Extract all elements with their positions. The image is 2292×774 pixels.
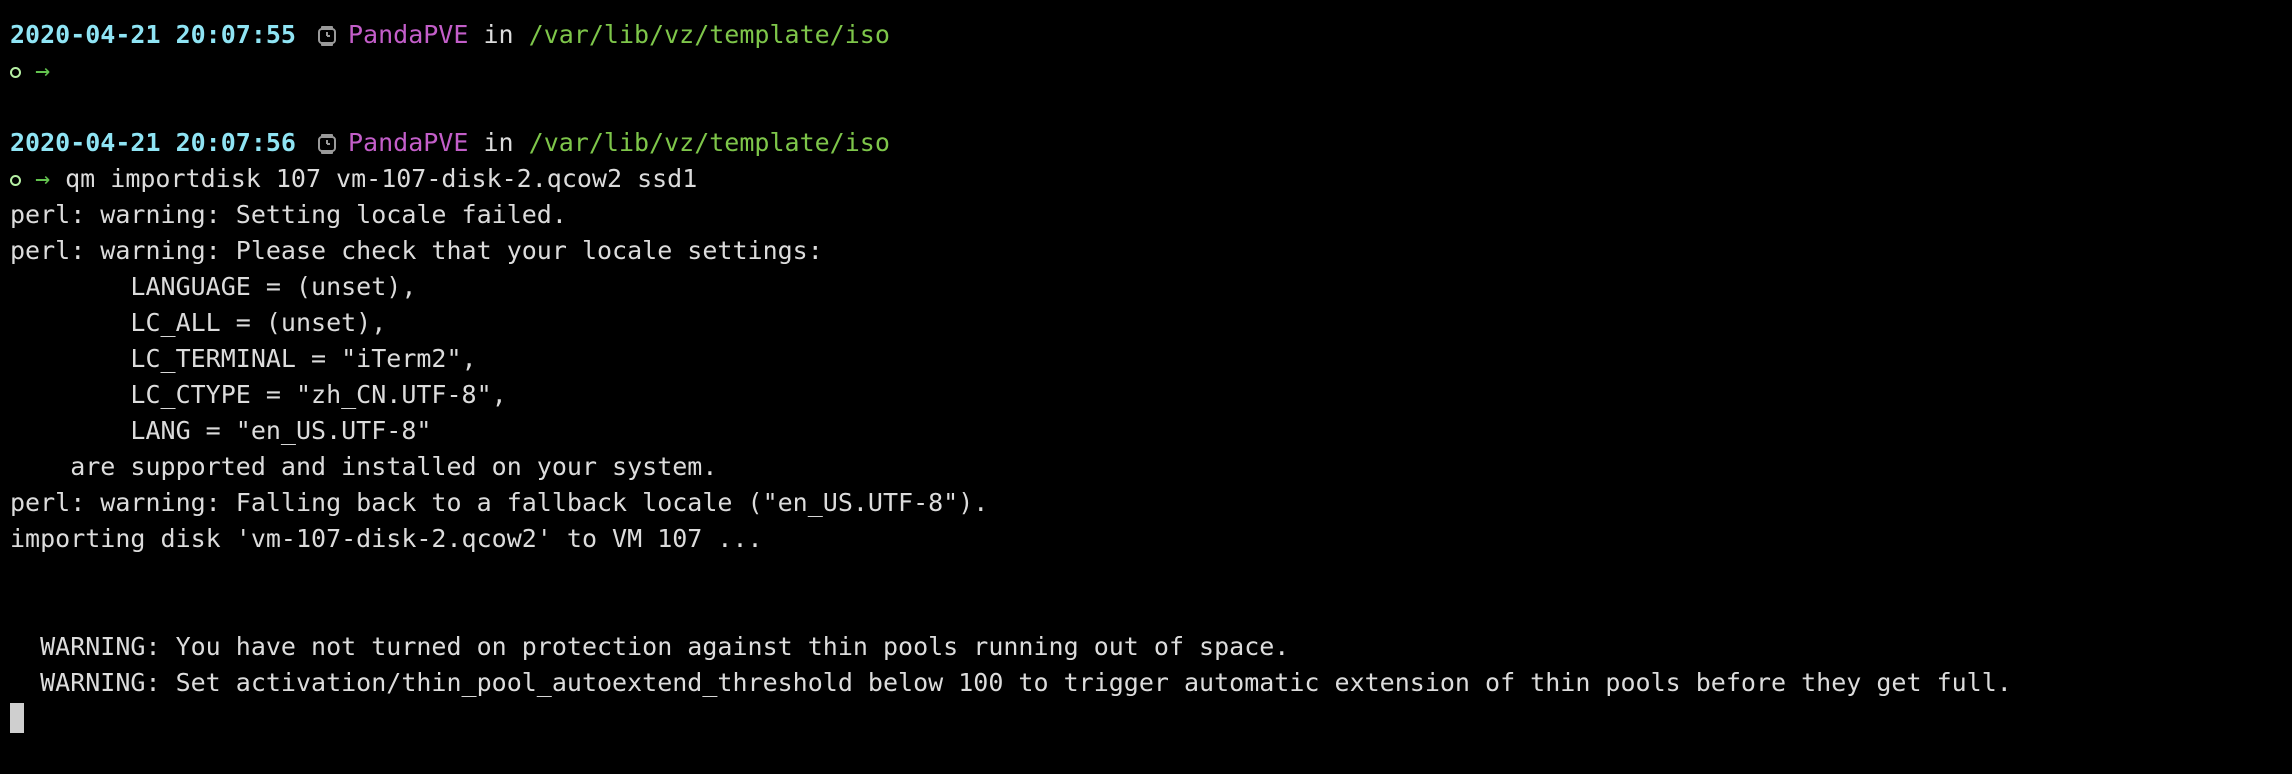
prompt-in-word: in [483,128,514,157]
prompt-timestamp: 2020-04-21 20:07:56 [10,128,296,157]
prompt-host: PandaPVE [347,20,469,49]
prompt-timestamp: 2020-04-21 20:07:55 [10,20,296,49]
prompt-input-line: → qm importdisk 107 vm-107-disk-2.qcow2 … [10,161,2292,197]
prompt-info-line: 2020-04-21 20:07:56 PandaPVE in /var/lib/… [10,125,2292,161]
prompt-in-word: in [483,20,514,49]
output-line: LANGUAGE = (unset), [10,272,417,301]
clock-icon [317,134,336,154]
cursor-line[interactable] [10,701,2292,737]
output-line: importing disk 'vm-107-disk-2.qcow2' to … [10,524,763,553]
output-line: perl: warning: Setting locale failed. [10,200,567,229]
output-line: LANG = "en_US.UTF-8" [10,416,432,445]
terminal-cursor[interactable] [10,703,24,733]
warning-line: WARNING: You have not turned on protecti… [10,632,1290,661]
prompt-status-ring-icon [10,67,21,78]
output-line: are supported and installed on your syst… [10,452,718,481]
output-line: perl: warning: Please check that your lo… [10,236,823,265]
prompt-host: PandaPVE [347,128,469,157]
prompt-path: /var/lib/vz/template/iso [528,20,890,49]
prompt-info-line: 2020-04-21 20:07:55 PandaPVE in /var/lib/… [10,17,2292,53]
output-line: perl: warning: Falling back to a fallbac… [10,488,989,517]
terminal-window[interactable]: 2020-04-21 20:07:55 PandaPVE in /var/lib/… [0,0,2292,774]
command-text: qm importdisk 107 vm-107-disk-2.qcow2 ss… [65,164,698,193]
output-line: LC_ALL = (unset), [10,308,387,337]
prompt-arrow-icon: → [35,164,51,193]
output-line: LC_TERMINAL = "iTerm2", [10,344,477,373]
output-line: LC_CTYPE = "zh_CN.UTF-8", [10,380,507,409]
prompt-status-ring-icon [10,175,21,186]
prompt-input-line: → [10,53,2292,89]
prompt-path: /var/lib/vz/template/iso [528,128,890,157]
warning-line: WARNING: Set activation/thin_pool_autoex… [10,668,2012,697]
clock-icon [317,26,336,46]
prompt-arrow-icon: → [35,56,51,85]
